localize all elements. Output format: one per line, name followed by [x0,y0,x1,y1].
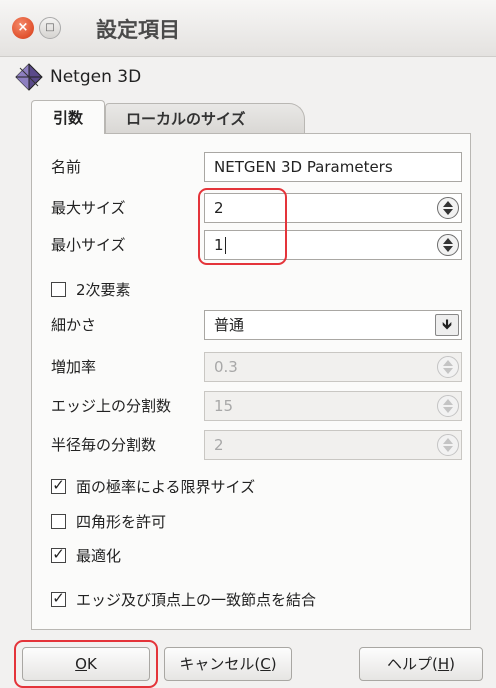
optimize-label: 最適化 [76,547,122,565]
growth-rate-value: 0.3 [214,358,238,376]
fineness-select[interactable]: 普通 🡻 [204,310,462,340]
ok-button-highlight [14,640,158,688]
surface-curvature-label: 面の極率による限界サイズ [76,478,256,496]
tab-local-size[interactable]: ローカルのサイズ [105,103,305,134]
dropdown-arrow-icon[interactable]: 🡻 [435,314,459,336]
help-button[interactable]: ヘルプ(H) [359,647,483,681]
seg-per-radius-spin-icon [437,434,459,456]
fuse-edges-checkbox[interactable]: ✓ [51,591,66,607]
cancel-mnemonic: C [260,655,271,673]
seg-per-edge-label: エッジ上の分割数 [51,397,172,415]
seg-per-radius-label: 半径毎の分割数 [51,436,157,454]
close-window-button[interactable]: × [12,17,34,39]
growth-rate-label: 増加率 [51,358,97,376]
seg-per-edge-spin-icon [437,395,459,417]
help-label-pre: ヘルプ( [387,655,438,673]
cancel-button[interactable]: キャンセル(C) [164,647,292,681]
name-input[interactable]: NETGEN 3D Parameters [204,152,462,182]
seg-per-radius-spinbox: 2 [204,430,462,460]
name-value: NETGEN 3D Parameters [214,158,393,176]
cancel-label-post: ) [270,655,277,673]
name-label: 名前 [51,158,82,176]
title-bar [0,0,496,57]
tab-arguments[interactable]: 引数 [31,100,105,134]
surface-curvature-checkbox[interactable]: ✓ [51,478,66,494]
fuse-edges-label: エッジ及び頂点上の一致節点を結合 [76,591,317,609]
algorithm-name: Netgen 3D [50,67,142,87]
min-size-label: 最小サイズ [51,236,126,254]
allow-quad-checkbox[interactable] [51,514,66,529]
max-size-spin-icon[interactable] [437,197,459,219]
min-size-spin-icon[interactable] [437,234,459,256]
optimize-checkbox[interactable]: ✓ [51,547,66,563]
cancel-label-pre: キャンセル( [179,655,261,673]
seg-per-edge-value: 15 [214,397,234,415]
seg-per-edge-spinbox: 15 [204,391,462,421]
seg-per-radius-value: 2 [214,436,224,454]
minimize-window-button[interactable]: □ [39,17,61,39]
fineness-label: 細かさ [51,316,97,334]
growth-rate-spinbox: 0.3 [204,352,462,382]
help-label-post: ) [449,655,455,673]
allow-quad-label: 四角形を許可 [76,513,167,531]
size-fields-highlight [198,188,287,265]
second-order-label: 2次要素 [76,281,131,299]
fineness-value: 普通 [214,316,245,334]
window-title: 設定項目 [96,18,180,42]
second-order-checkbox[interactable] [51,282,66,297]
netgen-3d-icon [15,63,43,91]
growth-rate-spin-icon [437,356,459,378]
max-size-label: 最大サイズ [51,199,126,217]
help-mnemonic: H [437,655,450,673]
